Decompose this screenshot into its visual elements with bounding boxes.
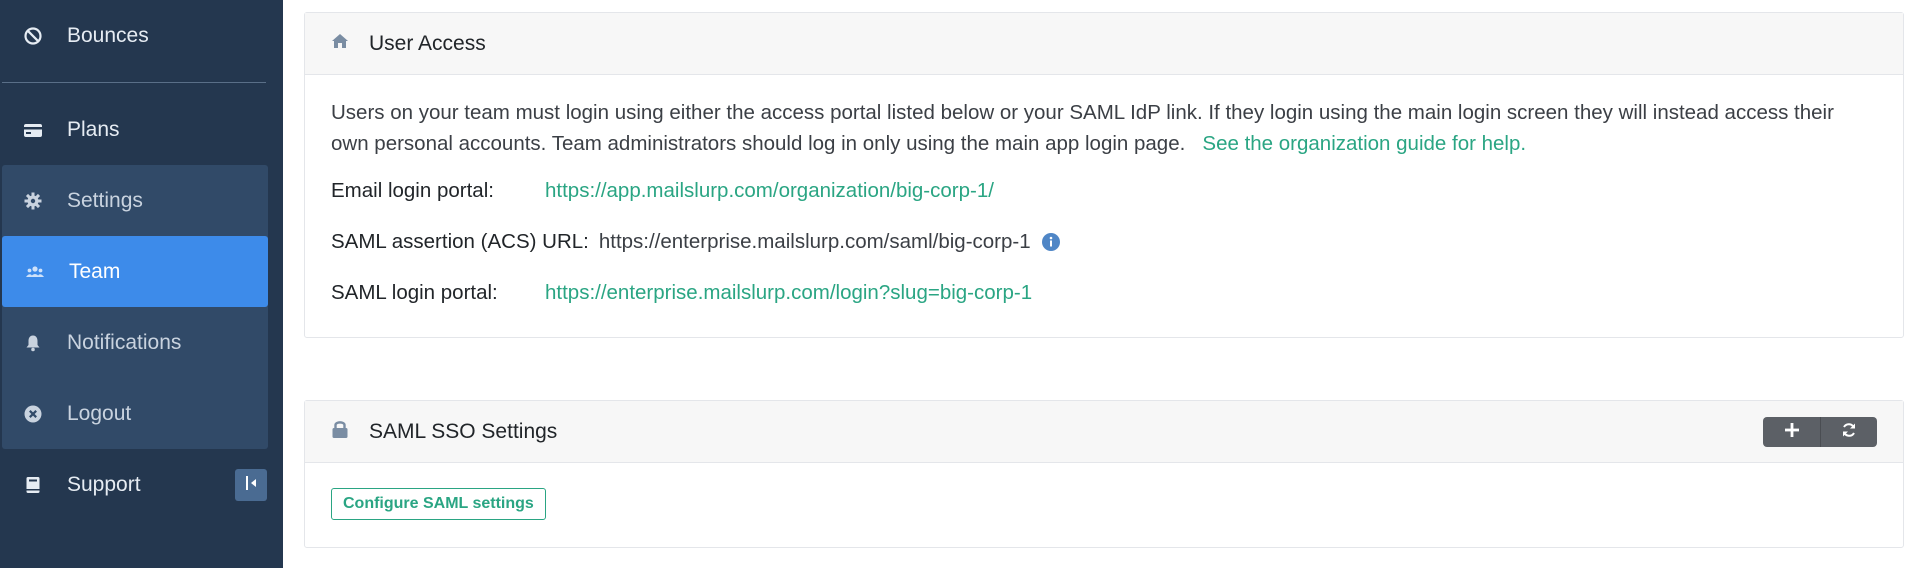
- saml-portal-label: SAML login portal:: [331, 280, 498, 304]
- intro-paragraph: Users on your team must login using eith…: [331, 101, 1834, 155]
- card-title: SAML SSO Settings: [369, 419, 558, 443]
- sidebar: Bounces Plans Settings Team Notification…: [0, 0, 283, 568]
- lock-icon: [331, 419, 349, 444]
- sidebar-item-label: Support: [67, 472, 141, 496]
- acs-url-label: SAML assertion (ACS) URL:: [331, 229, 589, 253]
- refresh-icon: [1841, 422, 1857, 443]
- collapse-icon: [244, 475, 258, 496]
- card-header: SAML SSO Settings: [305, 401, 1903, 463]
- sidebar-item-support[interactable]: Support: [0, 449, 268, 520]
- email-portal-label: Email login portal:: [331, 178, 494, 202]
- sidebar-item-label: Team: [69, 259, 121, 283]
- email-portal-row: Email login portal: https://app.mailslur…: [331, 165, 1877, 216]
- saml-portal-link[interactable]: https://enterprise.mailslurp.com/login?s…: [545, 281, 1032, 305]
- bell-icon: [22, 332, 44, 354]
- sidebar-item-logout[interactable]: Logout: [0, 378, 268, 449]
- credit-card-icon: [22, 119, 44, 141]
- sidebar-item-settings[interactable]: Settings: [0, 165, 268, 236]
- sidebar-item-plans[interactable]: Plans: [0, 94, 268, 165]
- saml-sso-card: SAML SSO Settings Configure SAML setting…: [304, 400, 1904, 548]
- sidebar-item-notifications[interactable]: Notifications: [0, 307, 268, 378]
- acs-url-value: https://enterprise.mailslurp.com/saml/bi…: [598, 229, 1031, 253]
- close-circle-icon: [22, 403, 44, 425]
- header-button-group: [1763, 417, 1877, 447]
- sidebar-item-label: Plans: [67, 117, 120, 141]
- acs-url-row: SAML assertion (ACS) URL: https://enterp…: [331, 216, 1877, 267]
- sidebar-item-bounces[interactable]: Bounces: [0, 0, 268, 71]
- home-icon: [331, 33, 349, 54]
- users-icon: [24, 261, 46, 283]
- sidebar-item-label: Bounces: [67, 23, 149, 47]
- card-body: Configure SAML settings: [305, 463, 1903, 520]
- configure-saml-button[interactable]: Configure SAML settings: [331, 488, 546, 520]
- sidebar-divider: [2, 82, 266, 83]
- refresh-button[interactable]: [1820, 417, 1877, 447]
- card-body: Users on your team must login using eith…: [305, 75, 1903, 318]
- card-title: User Access: [369, 31, 486, 55]
- organization-guide-link[interactable]: See the organization guide for help.: [1202, 132, 1526, 155]
- add-button[interactable]: [1763, 417, 1820, 447]
- gear-icon: [22, 190, 44, 212]
- card-header: User Access: [305, 13, 1903, 75]
- sidebar-item-label: Logout: [67, 401, 132, 425]
- user-access-card: User Access Users on your team must logi…: [304, 12, 1904, 338]
- sidebar-item-label: Settings: [67, 188, 143, 212]
- collapse-sidebar-button[interactable]: [235, 469, 267, 501]
- intro-text: Users on your team must login using eith…: [331, 75, 1877, 159]
- book-icon: [22, 474, 44, 496]
- plus-icon: [1784, 422, 1799, 442]
- info-icon[interactable]: [1041, 232, 1061, 252]
- sidebar-item-label: Notifications: [67, 330, 182, 354]
- saml-portal-row: SAML login portal: https://enterprise.ma…: [331, 267, 1877, 318]
- email-portal-link[interactable]: https://app.mailslurp.com/organization/b…: [545, 179, 994, 203]
- sidebar-item-team[interactable]: Team: [2, 236, 268, 307]
- ban-icon: [22, 25, 44, 47]
